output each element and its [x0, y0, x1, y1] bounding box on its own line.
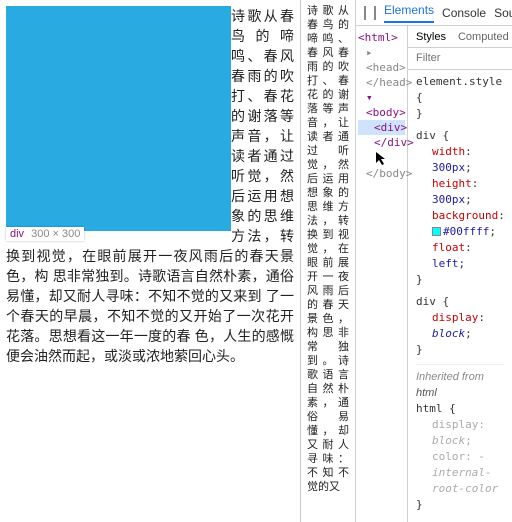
cursor-icon: [374, 150, 390, 166]
styles-tabbar: Styles Computed Event Listene: [408, 26, 512, 48]
tab-elements[interactable]: Elements: [384, 3, 434, 23]
inspect-tooltip: div 300 × 300: [6, 227, 84, 241]
rendered-page: div 300 × 300 诗歌从春鸟的啼鸣、春风春雨的吹打、春花的谢落等声音，…: [0, 0, 300, 522]
tab-console[interactable]: Console: [442, 6, 486, 20]
dom-node-head-open[interactable]: ▸ <head>: [358, 45, 405, 75]
inherited-from-label: Inherited from html: [416, 364, 504, 401]
inspect-icon[interactable]: [364, 6, 366, 20]
test-div[interactable]: div 300 × 300: [6, 6, 231, 231]
dom-node-head-close[interactable]: </head>: [358, 75, 405, 90]
styles-tab-styles[interactable]: Styles: [416, 31, 446, 43]
rule-element-style[interactable]: element.style { }: [416, 74, 504, 122]
styles-tab-computed[interactable]: Computed: [458, 31, 509, 43]
tooltip-tag: div: [10, 228, 24, 240]
dom-node-html[interactable]: <html>: [358, 30, 405, 45]
devtools-panel: Elements Console Sources N <html> ▸ <hea…: [356, 0, 512, 522]
dom-tree[interactable]: <html> ▸ <head> </head> ▾ <body> <div> <…: [356, 26, 408, 522]
dom-node-body-open[interactable]: ▾ <body>: [358, 90, 405, 120]
rule-html-ua[interactable]: html { display: block; color: -internal-…: [416, 401, 504, 513]
app-root: div 300 × 300 诗歌从春鸟的啼鸣、春风春雨的吹打、春花的谢落等声音，…: [0, 0, 512, 522]
dom-node-body-close[interactable]: </body>: [358, 166, 405, 181]
tab-sources[interactable]: Sources: [494, 6, 512, 20]
color-swatch[interactable]: [432, 227, 441, 236]
dom-node-div-open[interactable]: <div>: [358, 120, 405, 135]
rule-div-ua[interactable]: div { display: block; }: [416, 294, 504, 358]
device-icon[interactable]: [374, 6, 376, 20]
narrow-text-column: 诗歌从春鸟的啼鸣、春风春雨的吹打、春花的谢落等声音，让读者通过听觉，然后运用想象…: [300, 0, 356, 522]
devtools-tabbar: Elements Console Sources N: [356, 0, 512, 26]
rule-div-author[interactable]: div { width: 300px; height: 300px; backg…: [416, 128, 504, 288]
dom-node-div-close[interactable]: </div>: [358, 135, 405, 166]
devtools-body: <html> ▸ <head> </head> ▾ <body> <div> <…: [356, 26, 512, 522]
tooltip-dimensions: 300 × 300: [31, 228, 80, 240]
styles-filter: [408, 48, 512, 70]
css-rules: element.style { } div { width: 300px; he…: [408, 70, 512, 522]
styles-pane: Styles Computed Event Listene element.st…: [408, 26, 512, 522]
filter-input[interactable]: [408, 48, 512, 69]
